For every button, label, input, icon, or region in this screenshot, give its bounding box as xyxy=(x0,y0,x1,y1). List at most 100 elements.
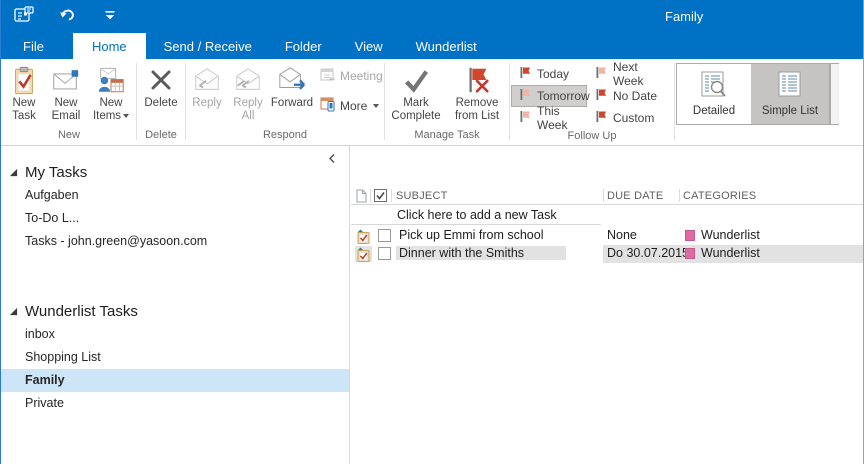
more-icon xyxy=(320,97,336,115)
reply-all-button[interactable]: Reply All xyxy=(227,60,269,123)
view-detailed-button[interactable]: Detailed xyxy=(677,64,751,124)
tree-expanded-icon[interactable] xyxy=(9,164,18,181)
new-email-button[interactable]: New Email xyxy=(45,60,87,123)
task-complete-checkbox[interactable] xyxy=(378,229,391,242)
tasks-view-button[interactable] xyxy=(13,5,35,27)
tab-file[interactable]: File xyxy=(6,33,61,59)
sidebar-item-aufgaben[interactable]: Aufgaben xyxy=(1,184,349,207)
column-separator xyxy=(391,189,392,202)
tab-send-receive[interactable]: Send / Receive xyxy=(149,33,267,59)
tab-home[interactable]: Home xyxy=(72,33,146,59)
customize-qat-icon xyxy=(105,9,115,23)
delete-button[interactable]: Delete xyxy=(138,60,184,110)
flag-icon xyxy=(595,88,607,104)
tab-view[interactable]: View xyxy=(340,33,398,59)
window-title: Family xyxy=(665,9,704,24)
flag-icon xyxy=(519,66,531,82)
followup-custom-button[interactable]: Custom xyxy=(587,107,673,129)
column-separator[interactable] xyxy=(679,189,680,202)
reply-icon xyxy=(192,63,222,97)
folder-pane: My Tasks Aufgaben To-Do L... Tasks - joh… xyxy=(1,146,350,464)
reply-button[interactable]: Reply xyxy=(187,60,227,110)
flag-icon xyxy=(519,110,531,126)
task-item-icon xyxy=(355,246,372,262)
column-separator[interactable] xyxy=(603,189,604,202)
category-color-swatch xyxy=(685,230,695,241)
meeting-button[interactable]: Meeting xyxy=(317,67,383,85)
chevron-left-icon xyxy=(328,153,336,167)
customize-qat-button[interactable] xyxy=(99,5,121,27)
dropdown-arrow-icon xyxy=(123,113,130,118)
ribbon-group-delete: Delete Delete xyxy=(138,60,184,145)
followup-today-button[interactable]: Today xyxy=(511,63,587,85)
followup-this-week-button[interactable]: This Week xyxy=(511,104,587,132)
sidebar-item-family[interactable]: Family xyxy=(1,369,349,392)
mark-complete-icon xyxy=(400,63,432,97)
gallery-scroll-strip[interactable] xyxy=(830,63,839,125)
tab-wunderlist[interactable]: Wunderlist xyxy=(401,33,492,59)
forward-button[interactable]: Forward xyxy=(269,60,315,110)
task-due-date: Do 30.07.2015 xyxy=(607,246,690,260)
new-items-button[interactable]: New Items xyxy=(87,60,135,123)
dropdown-arrow-icon xyxy=(373,104,380,108)
sidebar-item-private[interactable]: Private xyxy=(1,392,349,415)
current-view-gallery: Detailed Simple List xyxy=(676,63,830,125)
tree-header-wunderlist-tasks[interactable]: Wunderlist Tasks xyxy=(1,299,349,323)
new-task-button[interactable]: New Task xyxy=(3,60,45,123)
task-category: Wunderlist xyxy=(701,246,760,260)
detailed-view-icon xyxy=(700,71,728,102)
column-separator xyxy=(370,189,371,202)
task-due-date: None xyxy=(607,228,637,242)
category-color-swatch xyxy=(685,248,695,259)
new-email-icon xyxy=(51,63,81,97)
group-label-follow-up: Follow Up xyxy=(567,130,617,142)
undo-button[interactable] xyxy=(56,5,78,27)
mark-complete-button[interactable]: Mark Complete xyxy=(386,60,446,123)
task-list-pane: SUBJECT DUE DATE CATEGORIES Click here t… xyxy=(351,146,863,464)
task-row[interactable]: Pick up Emmi from school None Wunderlist xyxy=(351,227,863,245)
sidebar-item-inbox[interactable]: inbox xyxy=(1,323,349,346)
add-new-task-label: Click here to add a new Task xyxy=(397,208,557,222)
column-header-categories[interactable]: CATEGORIES xyxy=(683,190,756,202)
column-header-due-date[interactable]: DUE DATE xyxy=(607,190,663,202)
view-simple-list-button[interactable]: Simple List xyxy=(751,64,829,124)
column-header-subject[interactable]: SUBJECT xyxy=(396,190,448,202)
more-button[interactable]: More xyxy=(317,97,383,115)
tree-expanded-icon[interactable] xyxy=(9,303,18,320)
quick-access-toolbar xyxy=(13,5,121,27)
checkbox-column-icon[interactable] xyxy=(374,189,387,205)
task-list-header: SUBJECT DUE DATE CATEGORIES xyxy=(351,187,863,205)
followup-next-week-button[interactable]: Next Week xyxy=(587,60,673,88)
add-new-task-row[interactable]: Click here to add a new Task xyxy=(351,206,863,225)
flag-icon xyxy=(595,110,607,126)
delete-icon xyxy=(148,63,174,97)
undo-icon xyxy=(58,7,76,26)
tree-header-my-tasks[interactable]: My Tasks xyxy=(1,160,349,184)
tab-folder[interactable]: Folder xyxy=(270,33,337,59)
remove-from-list-button[interactable]: Remove from List xyxy=(446,60,508,123)
ribbon-tabs: File Home Send / Receive Folder View Wun… xyxy=(1,33,863,59)
group-label-manage-task: Manage Task xyxy=(414,129,480,141)
task-subject: Dinner with the Smiths xyxy=(396,246,567,260)
task-row[interactable]: Dinner with the Smiths Do 30.07.2015 Wun… xyxy=(351,245,863,263)
sidebar-item-tasks-account[interactable]: Tasks - john.green@yasoon.com xyxy=(1,230,349,253)
ribbon-divider xyxy=(674,63,675,140)
ribbon-group-follow-up: Today Tomorrow This Week Next Week No Da… xyxy=(511,60,673,145)
task-category: Wunderlist xyxy=(701,228,760,242)
ribbon-group-manage-task: Mark Complete Remove from List Manage Task xyxy=(386,60,508,145)
ribbon-group-new: New Task New Email New Items New xyxy=(3,60,135,145)
outlook-window: Family File Home Send / Receive Folder V… xyxy=(0,0,864,464)
followup-no-date-button[interactable]: No Date xyxy=(587,85,673,107)
page-icon[interactable] xyxy=(356,189,367,206)
group-label-new: New xyxy=(57,129,80,141)
sidebar-item-shopping-list[interactable]: Shopping List xyxy=(1,346,349,369)
task-complete-checkbox[interactable] xyxy=(378,247,391,260)
forward-icon xyxy=(277,63,307,97)
ribbon-divider xyxy=(136,63,137,140)
meeting-icon xyxy=(320,67,336,85)
collapse-pane-button[interactable] xyxy=(328,153,336,167)
flag-icon xyxy=(519,88,531,104)
ribbon: New Task New Email New Items New Delete … xyxy=(1,59,863,146)
sidebar-item-todo-list[interactable]: To-Do L... xyxy=(1,207,349,230)
ribbon-divider xyxy=(384,63,385,140)
